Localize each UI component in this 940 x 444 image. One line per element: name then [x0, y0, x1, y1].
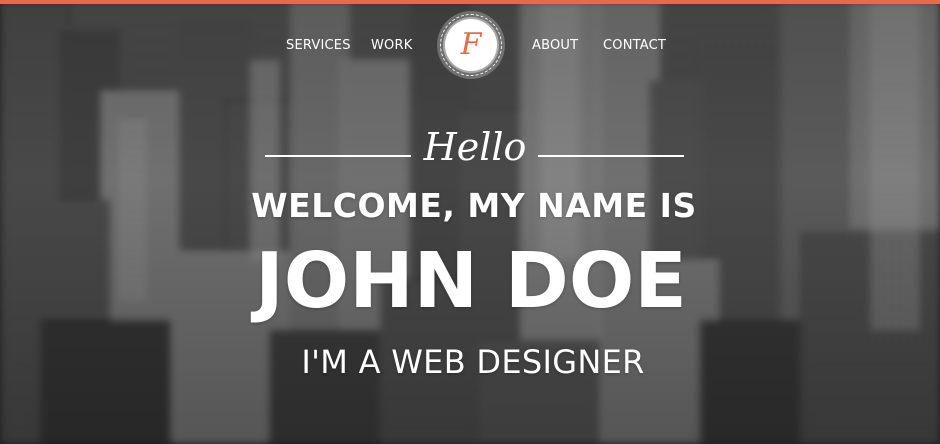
- name-heading: JOHN DOE: [255, 237, 687, 326]
- nav-link-contact[interactable]: CONTACT: [603, 38, 666, 53]
- welcome-heading: WELCOME, MY NAME IS: [251, 186, 697, 225]
- logo-letter: F: [460, 27, 482, 62]
- hello-divider-left: [265, 155, 411, 157]
- nav-link-services[interactable]: SERVICES: [286, 38, 351, 53]
- hero-section: SERVICES WORK F ABOUT CONTACT Hello WELC…: [0, 0, 940, 444]
- accent-top-bar: [0, 0, 940, 4]
- hello-greeting: Hello: [423, 125, 527, 169]
- logo-badge[interactable]: F: [437, 11, 505, 79]
- nav-link-about[interactable]: ABOUT: [532, 38, 578, 53]
- logo-circle: F: [445, 19, 497, 71]
- role-heading: I'M A WEB DESIGNER: [301, 343, 645, 381]
- hello-divider-right: [538, 155, 684, 157]
- nav-link-work[interactable]: WORK: [371, 38, 412, 53]
